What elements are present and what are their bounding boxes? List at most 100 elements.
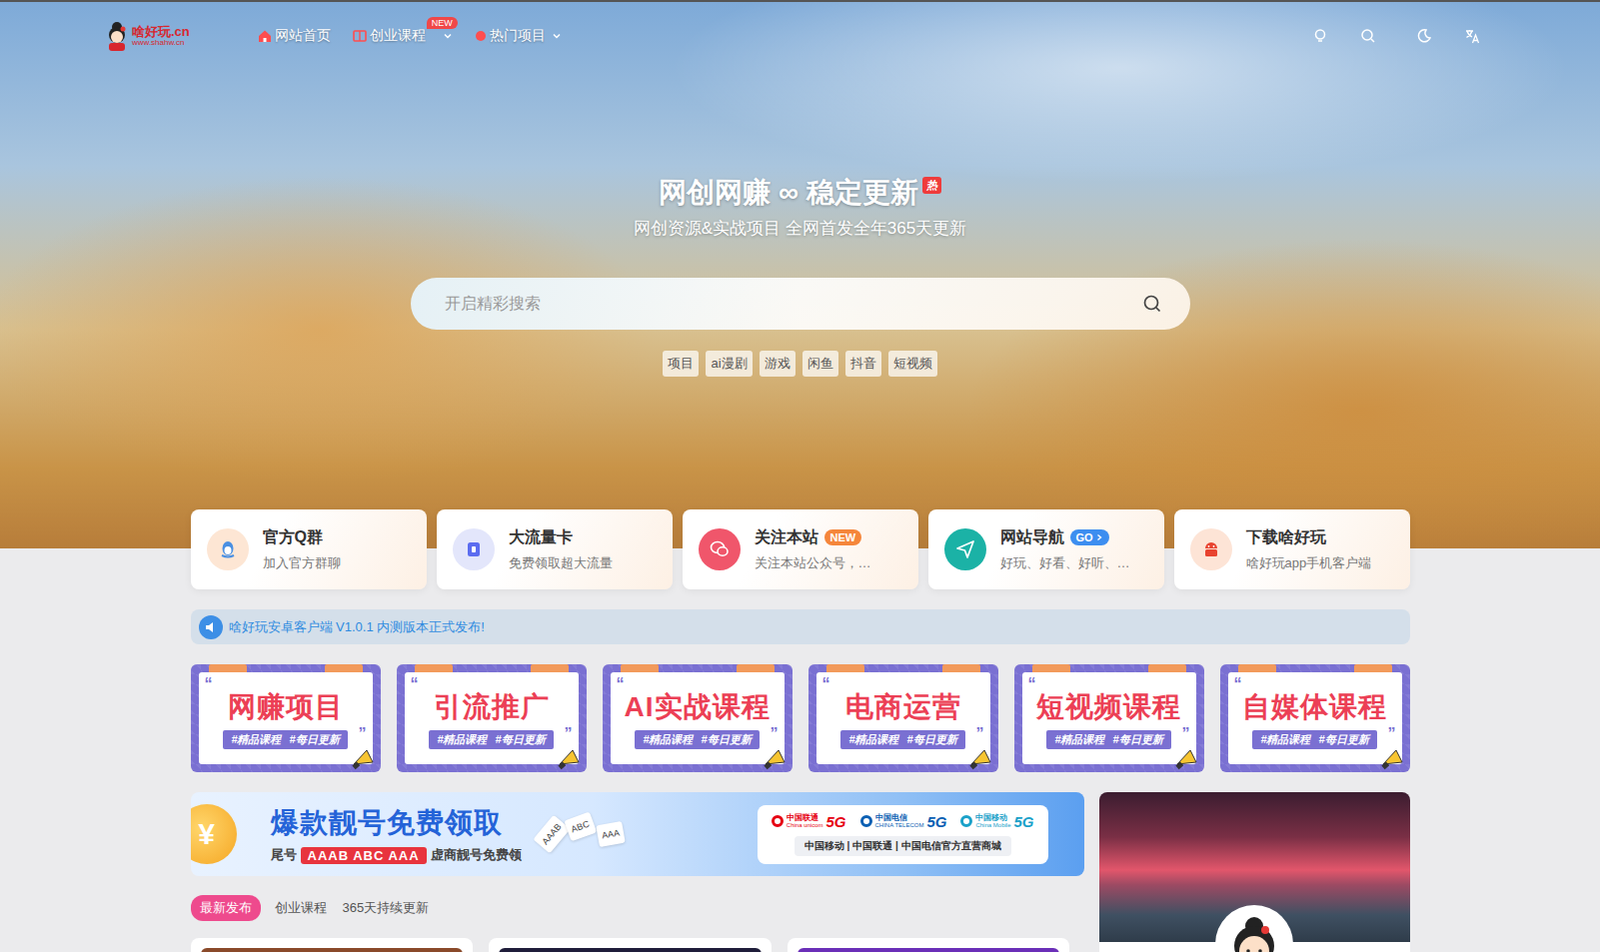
quote-mark: ” [358,726,367,743]
logo-url: www.shahw.cn [131,38,190,47]
quick-link-card[interactable]: 下载啥好玩啥好玩app手机客户端 [1174,509,1411,590]
carrier-icon [860,815,873,828]
avatar-icon[interactable] [1214,904,1295,952]
post-card[interactable] [488,938,772,952]
category-banner[interactable]: “短视频课程#精品课程#每日更新” [1014,664,1205,773]
strip-mark [1148,664,1187,673]
strip-mark [414,664,453,673]
strip-mark [1354,664,1393,673]
girl-logo-icon [103,20,130,51]
nav-item[interactable]: 网站首页 [257,26,331,45]
hot-dot-icon [474,29,487,42]
category-tags: #精品课程#每日更新 [634,730,759,750]
translate-icon[interactable] [1464,27,1481,44]
megaphone-icon [1380,746,1407,771]
post-card[interactable] [190,938,474,952]
ad-headline: 爆款靓号免费领取 [270,804,522,843]
home-icon [257,28,272,43]
carrier-logo: 中国联通China unicom5G [771,813,847,831]
category-banner[interactable]: “AI实战课程#精品课程#每日更新” [602,664,793,773]
search-box [410,277,1191,330]
category-banner[interactable]: “自媒体课程#精品课程#每日更新” [1220,664,1411,773]
quote-mark: ” [1388,726,1397,743]
quick-link-card[interactable]: 官方Q群加入官方群聊 [190,509,427,590]
strip-mark [530,664,569,673]
category-banner[interactable]: “电商运营#精品课程#每日更新” [808,664,999,773]
strip-mark [324,664,363,673]
quick-links: 官方Q群加入官方群聊大流量卡免费领取超大流量关注本站NEW 关注本站公众号，…网… [190,509,1411,590]
search-input[interactable] [442,293,1143,314]
sim-card: AAA [595,821,625,848]
hot-badge: 热 [922,176,942,194]
category-banner[interactable]: “引流推广#精品课程#每日更新” [396,664,587,773]
ad-footer: 中国移动 | 中国联通 | 中国电信官方直营商城 [794,836,1012,857]
logo[interactable]: 啥好玩.cnwww.shahw.cn [103,20,190,51]
quote-mark: “ [1028,676,1037,693]
strip-mark [208,664,247,673]
quick-link-icon-wrap [206,528,249,571]
quote-mark: “ [204,676,213,693]
hot-tag[interactable]: 闲鱼 [802,350,839,377]
notice-bar[interactable]: 啥好玩安卓客户端 V1.0.1 内测版本正式发布! [190,609,1411,645]
hot-tag[interactable]: 短视频 [888,350,938,377]
hot-tags: 项目ai漫剧游戏闲鱼抖音短视频 [662,350,937,377]
wechat-icon [708,538,731,561]
hot-tag[interactable]: 项目 [662,350,699,377]
tab[interactable]: 创业课程 [272,895,329,922]
quick-link-title: 官方Q群 [262,527,323,549]
category-title: AI实战课程 [624,691,771,724]
tab[interactable]: 最新发布 [190,895,261,922]
bulb-icon[interactable] [1312,27,1329,44]
moon-icon[interactable] [1416,27,1433,44]
paper-plane-icon [954,538,977,561]
chevron-down-icon [442,30,453,41]
ad-banner[interactable]: ¥爆款靓号免费领取尾号AAAB ABC AAA虚商靓号免费领AAABABCAAA… [190,792,1085,877]
chevron-right-icon [1095,533,1104,542]
quick-link-desc: 好玩、好看、好听、… [1000,554,1131,573]
strip-mark [942,664,981,673]
sim-cards: AAABABCAAA [535,823,625,846]
ad-suffix: 虚商靓号免费领 [430,846,522,865]
tab[interactable]: 365天持续更新 [340,895,432,922]
hot-tag[interactable]: 抖音 [845,350,882,377]
ad-numbers: AAAB ABC AAA [300,847,427,865]
category-banner[interactable]: “网赚项目#精品课程#每日更新” [190,664,381,773]
quick-link-title: 下载啥好玩 [1246,527,1327,549]
quote-mark: “ [822,676,831,693]
carrier-panel: 中国联通China unicom5G中国电信CHINA TELECOM5G中国移… [757,805,1049,865]
quick-link-desc: 免费领取超大流量 [508,554,613,573]
category-title: 自媒体课程 [1242,691,1388,724]
strip-mark [620,664,659,673]
megaphone-icon [350,746,377,771]
quick-link-desc: 加入官方群聊 [262,554,341,573]
strip-mark [826,664,865,673]
hero-subtitle: 网创资源&实战项目 全网首发全年365天更新 [633,216,967,240]
quote-mark: ” [976,726,985,743]
logo-title: 啥好玩.cn [131,24,190,39]
quick-link-icon-wrap [1190,528,1233,571]
chevron-down-icon [551,30,562,41]
quick-link-icon-wrap [944,528,987,571]
quick-link-icon-wrap [698,528,741,571]
post-card[interactable] [787,938,1071,952]
quote-mark: ” [770,726,779,743]
nav-item[interactable]: 创业课程NEW [352,26,453,45]
new-badge: NEW [426,16,458,29]
book-icon [352,28,367,43]
search-icon[interactable] [1360,27,1377,44]
strip-mark [736,664,775,673]
category-title: 短视频课程 [1036,691,1182,724]
hot-tag[interactable]: 游戏 [759,350,796,377]
category-tags: #精品课程#每日更新 [222,730,347,750]
hero-title: 网创网赚 ∞ 稳定更新热 [658,174,942,211]
hot-tag[interactable]: ai漫剧 [705,350,752,377]
quick-link-card[interactable]: 网站导航GO 好玩、好看、好听、… [928,509,1165,590]
carrier-icon [771,815,784,828]
carrier-icon [960,815,973,828]
quick-link-icon-wrap [452,528,495,571]
quick-link-card[interactable]: 大流量卡免费领取超大流量 [436,509,673,590]
nav-item[interactable]: 热门项目 [474,26,562,45]
quick-link-card[interactable]: 关注本站NEW 关注本站公众号，… [682,509,919,590]
category-tags: #精品课程#每日更新 [840,730,965,750]
search-icon[interactable] [1142,293,1163,314]
